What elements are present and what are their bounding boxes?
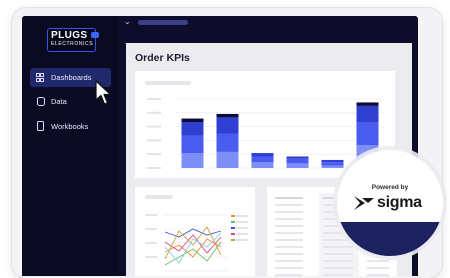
table-cell-placeholder (275, 232, 303, 234)
powered-by-label: Powered by (371, 184, 409, 191)
bar-segment[interactable] (181, 153, 204, 168)
table-cell-placeholder (275, 204, 303, 206)
sigma-logo-icon (354, 196, 374, 210)
grid-icon (36, 73, 44, 82)
bar-segment[interactable] (356, 105, 379, 122)
top-bar: ⌄ (118, 16, 418, 30)
page-title: Order KPIs (135, 52, 190, 64)
table-cell-placeholder (367, 260, 389, 262)
bar-segment[interactable] (181, 118, 204, 122)
bar-segment[interactable] (286, 156, 309, 159)
table-cell-placeholder (275, 253, 303, 255)
chevron-down-icon[interactable]: ⌄ (124, 17, 131, 27)
bar-segment[interactable] (181, 135, 204, 154)
bar-segment[interactable] (251, 162, 274, 168)
sidebar: PLUGS ELECTRONICS Dashboards Data Workbo… (22, 16, 118, 276)
line-series-3 (164, 228, 222, 238)
bar-segment[interactable] (216, 113, 239, 118)
plug-icon (91, 32, 99, 38)
powered-by-sigma-badge[interactable]: Powered by sigma (337, 150, 443, 256)
logo-sub-text: ELECTRONICS (51, 41, 94, 47)
logo-main-text: PLUGS (51, 30, 88, 41)
table-cell-placeholder (367, 267, 389, 269)
database-icon (37, 97, 45, 106)
bar-segment[interactable] (286, 158, 309, 164)
table-cell-placeholder (323, 267, 353, 269)
mouse-pointer-icon (95, 80, 112, 105)
line-legend (231, 215, 248, 241)
table-cell-placeholder (275, 274, 303, 276)
sigma-wordmark: sigma (377, 194, 422, 211)
y-tick-label-placeholder (147, 139, 161, 142)
brand-logo[interactable]: PLUGS ELECTRONICS (47, 28, 99, 52)
badge-footer (337, 222, 443, 256)
y-tick-label-placeholder (147, 167, 161, 169)
sidebar-item-label: Workbooks (51, 122, 89, 131)
bar-segment[interactable] (356, 122, 379, 145)
table-cell-placeholder (275, 211, 303, 213)
table-cell-placeholder (275, 225, 303, 227)
table-cell-placeholder (275, 267, 303, 269)
table-cell-placeholder (275, 197, 303, 199)
bar-segment[interactable] (216, 133, 239, 152)
breadcrumb-placeholder[interactable] (138, 20, 188, 25)
bar-segment[interactable] (251, 153, 274, 157)
table-cell-placeholder (275, 218, 303, 220)
sidebar-item-workbooks[interactable]: Workbooks (30, 117, 111, 136)
sidebar-item-label: Data (51, 97, 67, 106)
bar-segment[interactable] (216, 151, 239, 168)
table-cell-placeholder (323, 260, 353, 262)
bar-segment[interactable] (321, 159, 344, 163)
table-cell-placeholder (275, 246, 303, 248)
table-cell-placeholder (275, 260, 303, 262)
bar-segment[interactable] (321, 162, 344, 166)
bar-segment[interactable] (181, 122, 204, 136)
y-tick-label-placeholder (147, 125, 161, 128)
table-cell-placeholder (367, 274, 389, 276)
y-tick-label-placeholder (147, 98, 161, 100)
bar-segment[interactable] (286, 163, 309, 168)
bar-segment[interactable] (216, 117, 239, 134)
y-tick-label-placeholder (147, 111, 161, 114)
y-tick-label-placeholder (147, 153, 161, 156)
tablet-icon (37, 121, 44, 131)
sidebar-item-label: Dashboards (51, 73, 92, 82)
bar-segment[interactable] (356, 102, 379, 106)
table-cell-placeholder (323, 274, 353, 276)
bar-segment[interactable] (321, 165, 344, 168)
bar-segment[interactable] (251, 156, 274, 163)
table-cell-placeholder (275, 239, 303, 241)
